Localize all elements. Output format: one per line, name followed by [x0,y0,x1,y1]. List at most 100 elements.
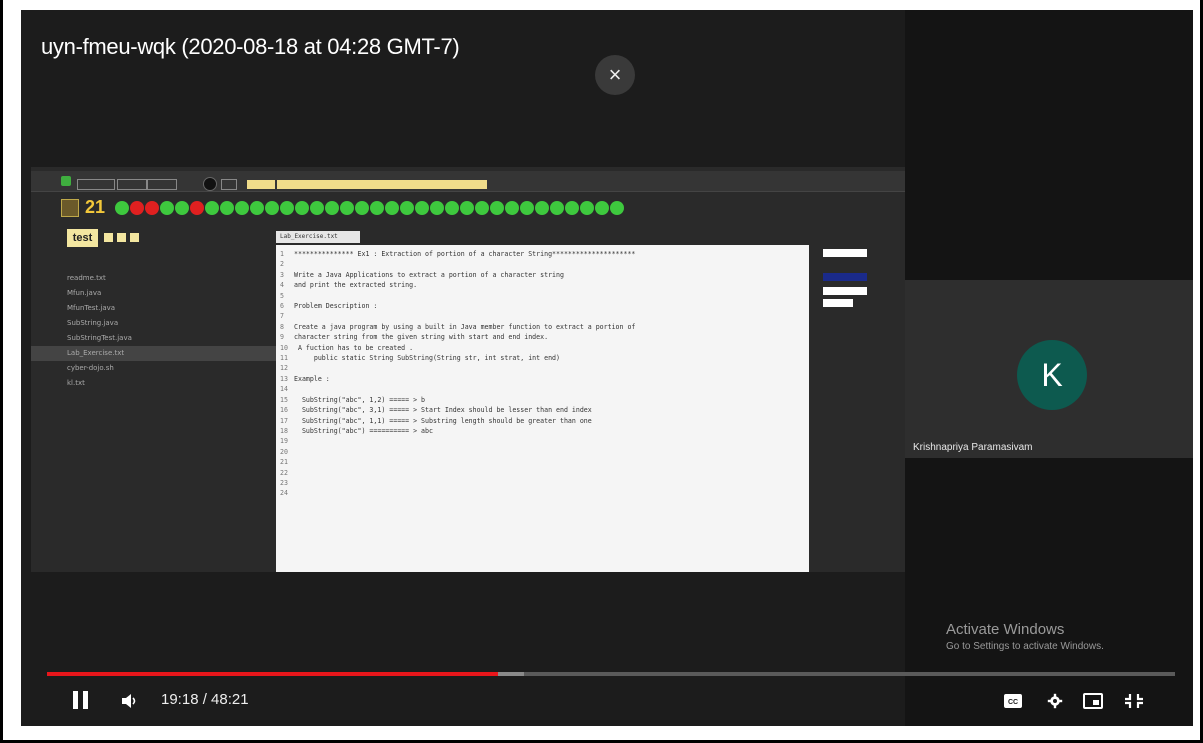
line-text: SubString("abc", 1,2) ===== > b [294,395,426,404]
line-text: and print the extracted string. [294,281,418,290]
toolbar-button[interactable] [463,180,487,189]
file-list-item[interactable]: MfunTest.java [67,301,257,316]
badge [823,273,867,281]
progress-bar[interactable] [47,672,1175,676]
line-number: 20 [280,447,288,456]
test-button[interactable]: test [67,229,98,247]
traffic-light-green [460,201,474,215]
progress-played [47,672,499,676]
file-list-item[interactable]: readme.txt [67,271,257,286]
traffic-light-green [235,201,249,215]
participant-name: Krishnapriya Paramasivam [913,442,1033,453]
line-number: 10 [280,343,288,352]
avatar: K [1017,340,1087,410]
svg-text:CC: CC [1008,699,1018,706]
line-text: SubString("abc") ========== > abc [294,426,433,435]
traffic-light-green [535,201,549,215]
line-number: 23 [280,478,288,487]
traffic-light-red [130,201,144,215]
file-delete-button[interactable] [130,233,139,242]
settings-gear-icon[interactable] [1045,693,1065,709]
traffic-light-green [550,201,564,215]
code-line: 21 [280,457,635,467]
file-rename-button[interactable] [117,233,126,242]
traffic-light-green [415,201,429,215]
traffic-light-red [145,201,159,215]
line-number: 24 [280,489,288,498]
badge [823,249,867,257]
toolbar-button[interactable] [343,180,395,189]
code-line: 8 Create a java program by using a built … [280,322,635,332]
file-list-item[interactable]: SubString.java [67,316,257,331]
badge [823,299,853,307]
file-list: readme.txt Mfun.java MfunTest.java SubStrin… [31,271,277,391]
file-list-item[interactable]: Lab_Exercise.txt [31,346,277,361]
traffic-light-green [565,201,579,215]
traffic-light-green [220,201,234,215]
line-number: 3 [280,270,284,279]
line-number: 16 [280,406,288,415]
tab-lab-exercise[interactable]: Lab_Exercise.txt [276,231,360,243]
close-button[interactable]: × [595,55,635,95]
volume-icon[interactable] [121,693,139,709]
traffic-lights [115,201,625,220]
miniplayer-icon[interactable] [1083,693,1103,709]
toolbar-button[interactable] [277,180,313,189]
code-line: 10 A fuction has to be created . [280,343,635,353]
file-list-item[interactable]: cyber-dojo.sh [67,361,257,376]
toolbar-button[interactable] [441,180,463,189]
traffic-light-green [340,201,354,215]
pause-button[interactable] [73,691,89,709]
line-text: Write a Java Applications to extract a p… [294,270,564,279]
watermark-title: Activate Windows [946,621,1065,638]
traffic-light-green [160,201,174,215]
code-line: 19 [280,436,635,446]
page-frame: uyn-fmeu-wqk (2020-08-18 at 04:28 GMT-7)… [0,0,1203,743]
line-text: public static String SubString(String st… [294,354,560,363]
toolbar-button[interactable] [313,180,343,189]
activate-windows-watermark: Activate Windows Go to Settings to activ… [946,621,1104,652]
traffic-light-green [265,201,279,215]
traffic-light-green [280,201,294,215]
line-number: 13 [280,374,288,383]
file-list-item[interactable]: kl.txt [67,376,257,391]
toolbar-tab [117,179,147,190]
toolbar-button[interactable] [395,180,441,189]
line-text: Example : [294,374,330,383]
line-number: 18 [280,426,288,435]
code-line: 7 [280,311,635,321]
code-line: 17 SubString("abc", 1,1) ===== > Substri… [280,416,635,426]
shared-screen: 21 test readme.txt Mfun.java MfunTest.java… [31,167,905,572]
code-line: 22 [280,468,635,478]
exit-fullscreen-icon[interactable] [1124,693,1144,709]
line-number: 5 [280,291,284,300]
video-player[interactable]: uyn-fmeu-wqk (2020-08-18 at 04:28 GMT-7)… [21,10,1193,726]
traffic-light-red [190,201,204,215]
code-line: 12 [280,363,635,373]
file-create-button[interactable] [104,233,113,242]
captions-icon[interactable]: CC [1003,693,1023,709]
line-number: 7 [280,312,284,321]
line-number: 9 [280,333,284,342]
badge [823,261,859,269]
code-line: 5 [280,291,635,301]
toolbar-tab [221,179,237,190]
toolbar-button[interactable] [247,180,275,189]
traffic-light-green [400,201,414,215]
file-list-item[interactable]: Mfun.java [67,286,257,301]
toolbar-tab [147,179,177,190]
line-text: Problem Description : [294,302,378,311]
time-display: 19:18 / 48:21 [161,691,249,708]
line-number: 2 [280,260,284,269]
toolbar-tab [77,179,115,190]
traffic-light-green [595,201,609,215]
traffic-lights-icon [61,199,79,217]
file-list-item[interactable]: SubStringTest.java [67,331,257,346]
code-editor[interactable]: 1 *************** Ex1 : Extraction of por… [276,245,809,572]
traffic-light-green [175,201,189,215]
code-content: 1 *************** Ex1 : Extraction of por… [280,249,635,499]
traffic-light-green [610,201,624,215]
traffic-light-green [205,201,219,215]
traffic-light-green [445,201,459,215]
pause-icon [73,691,78,709]
